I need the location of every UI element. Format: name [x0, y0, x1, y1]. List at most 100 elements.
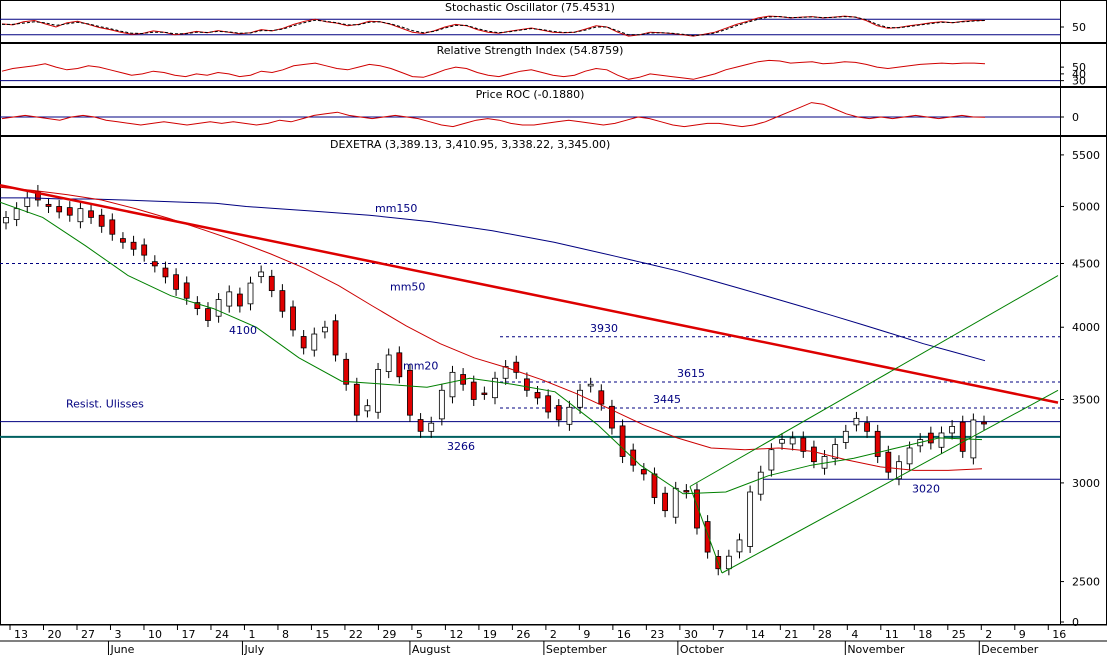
candle-body: [449, 371, 456, 398]
overlay-red-trend: [0, 183, 1059, 404]
candle-body: [162, 267, 169, 278]
x-tick-label-27: 18: [918, 628, 932, 641]
x-tick-label-24: 28: [818, 628, 832, 641]
indicator-series-1-0: [1, 59, 986, 80]
candle-body: [672, 487, 679, 518]
x-month-label-4: October: [680, 643, 724, 655]
candle-body: [577, 389, 583, 408]
candle-body: [651, 473, 658, 498]
candle-body: [757, 471, 764, 495]
level-label-6: 3020: [912, 482, 940, 495]
candle-body: [247, 282, 254, 305]
candle-body: [725, 555, 732, 570]
candle-body: [566, 406, 573, 425]
overlay-green-up-upper: [689, 275, 1059, 487]
candle-body: [789, 437, 796, 445]
main-ytick-label-2: 4500: [1072, 257, 1100, 270]
x-tick-label-2: 27: [81, 628, 95, 641]
x-month-label-3: September: [546, 643, 607, 655]
candle-body: [24, 197, 31, 207]
candle-body: [268, 275, 275, 292]
overlay-mm50: [0, 186, 983, 471]
x-tick-label-5: 17: [181, 628, 195, 641]
candle-body: [364, 405, 371, 412]
stock-chart: Stochastic Oscillator (75.4531)50Relativ…: [0, 0, 1107, 655]
x-tick-label-7: 1: [248, 628, 255, 641]
indicator-ytick-label-0-0: 50: [1072, 21, 1086, 34]
annotation-1: mm50: [390, 281, 425, 294]
x-tick-label-6: 24: [215, 628, 229, 641]
x-tick-label-20: 30: [684, 628, 698, 641]
candle-body: [885, 451, 892, 473]
candle-body: [13, 208, 20, 220]
candle-body: [109, 219, 116, 235]
indicator-title-0: Stochastic Oscillator (75.4531): [445, 1, 615, 14]
candle-body: [151, 261, 158, 267]
candle-body: [141, 244, 148, 256]
indicator-title-1: Relative Strength Index (54.8759): [437, 44, 624, 57]
candle-body: [407, 369, 413, 416]
candle-body: [343, 358, 350, 385]
x-tick-label-16: 2: [550, 628, 557, 641]
candle-body: [215, 299, 222, 317]
main-ytick-label-6: 2500: [1072, 576, 1100, 589]
candle-body: [311, 333, 318, 351]
indicator-title-2: Price ROC (-0.1880): [476, 88, 585, 101]
candle-body: [630, 449, 637, 466]
overlay-channel-base: [689, 486, 723, 574]
x-tick-label-30: 9: [1019, 628, 1026, 641]
candle-body: [173, 274, 179, 290]
candle-body: [683, 490, 690, 493]
level-label-1: 3930: [590, 322, 618, 335]
x-month-label-6: December: [981, 643, 1039, 655]
level-label-2: 3615: [677, 367, 705, 380]
annotation-2: mm20: [403, 359, 438, 372]
main-ytick-label-5: 3000: [1072, 477, 1100, 490]
candle-body: [396, 352, 403, 378]
candle-body: [45, 203, 52, 207]
main-ytick-label-3: 4000: [1072, 321, 1100, 334]
candle-body: [56, 206, 63, 213]
x-tick-label-18: 16: [617, 628, 631, 641]
candle-body: [523, 378, 530, 391]
x-tick-label-25: 4: [851, 628, 858, 641]
candle-body: [811, 446, 817, 463]
candle-body: [236, 293, 243, 307]
x-month-label-1: July: [243, 643, 264, 655]
x-tick-label-22: 14: [751, 628, 765, 641]
candle-body: [864, 422, 870, 432]
x-tick-label-12: 5: [416, 628, 423, 641]
x-tick-label-1: 20: [47, 628, 61, 641]
x-tick-label-3: 3: [114, 628, 121, 641]
candle-body: [949, 426, 956, 434]
overlay-green-up-lower: [721, 389, 1059, 574]
x-tick-label-10: 22: [349, 628, 363, 641]
x-tick-label-8: 8: [282, 628, 289, 641]
candle-body: [205, 308, 211, 321]
candle-body: [662, 492, 668, 512]
x-tick-label-19: 23: [650, 628, 664, 641]
indicator-ytick-label-1-2: 30: [1072, 75, 1086, 88]
indicator-ytick-label-2-0: 0: [1072, 111, 1079, 124]
candle-body: [736, 539, 743, 553]
x-tick-label-31: 16: [1052, 628, 1066, 641]
x-month-label-0: June: [109, 643, 134, 655]
candle-body: [704, 521, 711, 553]
x-tick-label-14: 19: [483, 628, 497, 641]
indicator-series-2-0: [1, 102, 986, 128]
candle-body: [938, 432, 945, 448]
annotation-4: Resist. Ulisses: [66, 397, 144, 410]
candle-body: [226, 291, 233, 307]
candle-body: [77, 208, 84, 223]
candle-body: [587, 383, 594, 387]
level-label-5: 3266: [447, 440, 475, 453]
candle-body: [800, 437, 807, 452]
main-ytick-label-0: 5500: [1072, 149, 1100, 162]
candle-body: [88, 210, 94, 218]
main-ytick-label-4: 3500: [1072, 393, 1100, 406]
x-tick-label-15: 26: [516, 628, 530, 641]
candle-body: [120, 238, 126, 243]
x-tick-label-11: 29: [382, 628, 396, 641]
candle-body: [438, 389, 445, 420]
main-title: DEXETRA (3,389.13, 3,410.95, 3,338.22, 3…: [330, 138, 610, 151]
